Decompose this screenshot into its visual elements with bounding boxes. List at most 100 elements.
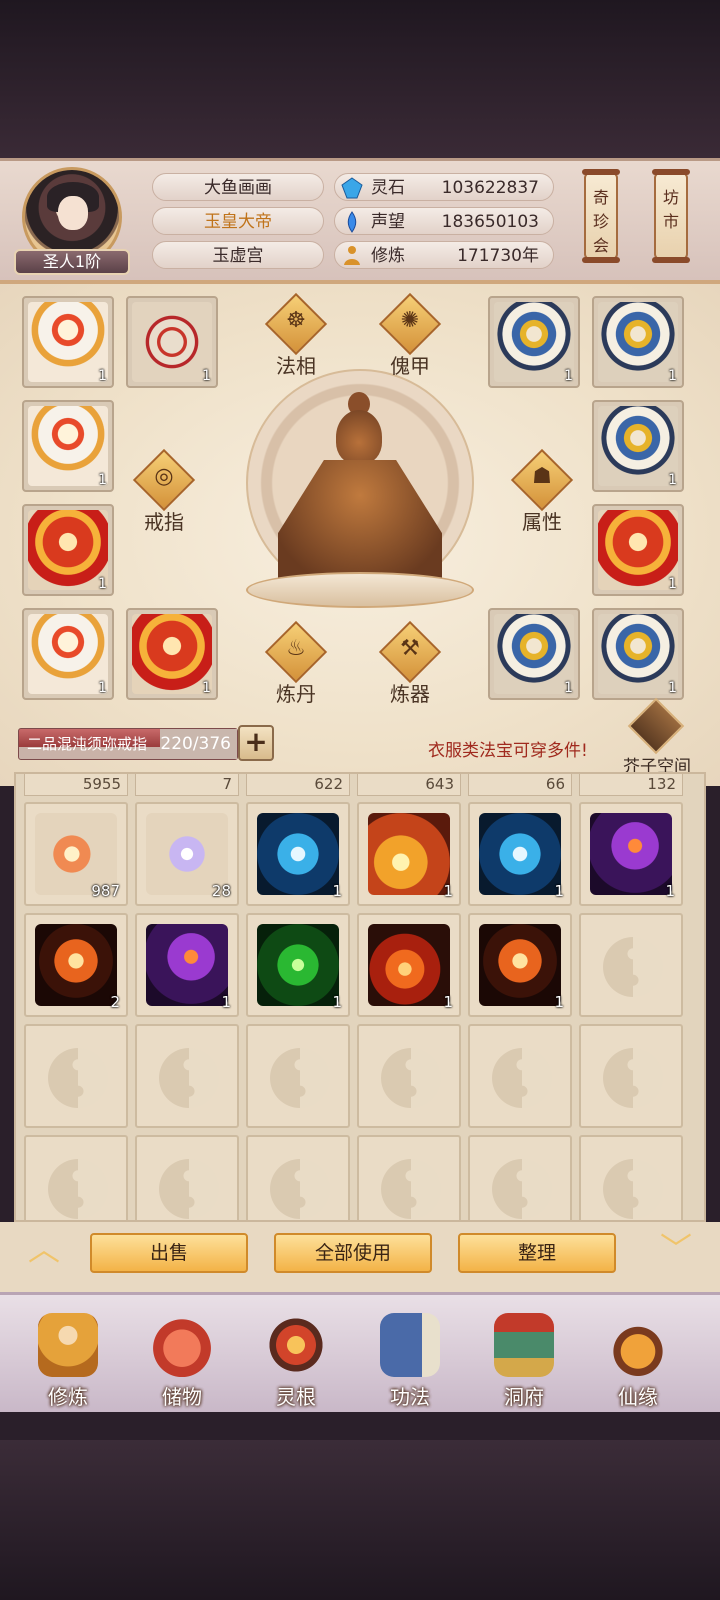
yin-yang-icon (492, 1159, 552, 1219)
scroll-down-icon[interactable]: ﹀ (654, 1233, 698, 1265)
equipment-art (494, 302, 574, 382)
empty-slot[interactable] (246, 1024, 350, 1128)
equip-slot[interactable]: 1 (22, 504, 114, 596)
item-count: 1 (443, 882, 453, 900)
nav-cultivation[interactable]: 修炼 (18, 1309, 118, 1413)
jiezhi-label: 戒指 (144, 510, 184, 534)
kuijia-button[interactable]: ✺ (378, 292, 442, 356)
scroll-up-icon[interactable]: ︿ (22, 1233, 66, 1265)
empty-slot[interactable] (135, 1024, 239, 1128)
inventory-item[interactable]: 987 (24, 802, 128, 906)
shadow-claw-icon (146, 924, 228, 1006)
item-count: 1 (332, 882, 342, 900)
empty-slot[interactable] (468, 1135, 572, 1220)
empty-slot[interactable] (357, 1135, 461, 1220)
kuijia-label: 傀甲 (390, 354, 430, 378)
nav-spirit-root[interactable]: 灵根 (246, 1309, 346, 1413)
scripture-book-icon (380, 1313, 440, 1377)
empty-slot[interactable] (579, 913, 683, 1017)
empty-slot[interactable] (579, 1024, 683, 1128)
equipment-art (132, 614, 212, 694)
item-count: 1 (564, 680, 573, 696)
resource-spirit-stone: 灵石 103622837 (334, 173, 554, 201)
inventory-item[interactable]: 1 (357, 913, 461, 1017)
sell-button[interactable]: 出售 (90, 1233, 248, 1273)
inventory-item[interactable]: 1 (135, 913, 239, 1017)
ring-name: 二品混沌须弥戒指 (27, 735, 148, 753)
inventory-item[interactable]: 1 (357, 802, 461, 906)
equip-slot[interactable]: 1 (488, 608, 580, 700)
lianqi-button[interactable]: ⚒ (378, 620, 442, 684)
player-name: 大鱼画画 (152, 173, 324, 201)
item-count: 1 (554, 882, 564, 900)
empty-slot[interactable] (357, 1024, 461, 1128)
nav-techniques[interactable]: 功法 (360, 1309, 460, 1413)
use-all-button[interactable]: 全部使用 (274, 1233, 432, 1273)
inventory-item[interactable]: 1 (579, 802, 683, 906)
equip-slot[interactable]: 1 (22, 400, 114, 492)
yin-yang-icon (381, 1159, 441, 1219)
equip-slot[interactable]: 1 (592, 400, 684, 492)
resource-label: 声望 (371, 212, 405, 232)
equip-slot[interactable]: 1 (488, 296, 580, 388)
yin-yang-icon (159, 1159, 219, 1219)
resource-label: 灵石 (371, 178, 405, 198)
resource-prestige: 声望 183650103 (334, 207, 554, 235)
pavilion-icon (494, 1313, 554, 1377)
jiezhi-button[interactable]: ◎ (132, 448, 196, 512)
equip-slot[interactable]: 1 (126, 608, 218, 700)
empty-slot[interactable] (579, 1135, 683, 1220)
empty-slot[interactable] (24, 1135, 128, 1220)
faxiang-button[interactable]: ☸ (264, 292, 328, 356)
liandan-label: 炼丹 (276, 682, 316, 706)
yin-yang-icon (48, 1048, 108, 1108)
equip-slot[interactable]: 1 (22, 608, 114, 700)
rank-badge: 圣人1阶 (14, 249, 130, 275)
chest-icon (627, 697, 685, 755)
sort-button[interactable]: 整理 (458, 1233, 616, 1273)
inventory-item[interactable]: 1 (468, 913, 572, 1017)
inventory-item[interactable]: 1 (246, 913, 350, 1017)
equip-slot[interactable]: 1 (592, 608, 684, 700)
empty-slot[interactable] (468, 1024, 572, 1128)
inventory-grid[interactable]: 5955 7 622 643 66 132 987 28 1 1 1 1 2 1… (14, 772, 706, 1222)
item-count: 1 (668, 576, 677, 592)
shuxing-button[interactable]: ☗ (510, 448, 574, 512)
nav-cave-dwelling[interactable]: 洞府 (474, 1309, 574, 1413)
pouch-icon (152, 1313, 212, 1377)
equipment-art (494, 614, 574, 694)
player-title[interactable]: 玉皇大帝 (152, 207, 324, 235)
meditation-icon: ☸ (286, 308, 306, 333)
inventory-item[interactable]: 28 (135, 802, 239, 906)
monk-icon (38, 1313, 98, 1377)
item-count: 1 (332, 993, 342, 1011)
player-sect[interactable]: 玉虚宫 (152, 241, 324, 269)
yin-yang-icon (48, 1159, 108, 1219)
meditation-icon (344, 246, 360, 265)
item-count: 1 (443, 993, 453, 1011)
inventory-item[interactable]: 2 (24, 913, 128, 1017)
nav-storage[interactable]: 储物 (132, 1309, 232, 1413)
lianqi-label: 炼器 (390, 682, 430, 706)
equip-slot[interactable]: 1 (126, 296, 218, 388)
treasure-fair-button[interactable]: 奇珍会 (582, 169, 620, 263)
empty-slot[interactable] (24, 1024, 128, 1128)
empty-slot[interactable] (246, 1135, 350, 1220)
market-button[interactable]: 坊市 (652, 169, 690, 263)
empty-slot[interactable] (135, 1135, 239, 1220)
equip-slot[interactable]: 1 (22, 296, 114, 388)
nav-label: 功法 (390, 1385, 430, 1409)
equip-slot[interactable]: 1 (592, 296, 684, 388)
inventory-item[interactable]: 1 (468, 802, 572, 906)
equipment-panel: 1 1 1 1 1 1 1 1 1 1 1 1 ☸ 法相 ✺ 傀甲 ◎ 戒指 ☗… (0, 280, 720, 786)
equipment-art (28, 406, 108, 486)
liandan-button[interactable]: ♨ (264, 620, 328, 684)
shadow-claw-icon (590, 813, 672, 895)
equipment-art (598, 614, 678, 694)
item-count: 28 (211, 882, 231, 900)
attribute-icon: ☗ (532, 464, 552, 489)
expand-bag-button[interactable]: + (238, 725, 274, 761)
inventory-item[interactable]: 1 (246, 802, 350, 906)
equip-slot[interactable]: 1 (592, 504, 684, 596)
nav-fortune[interactable]: 仙缘 (588, 1309, 688, 1413)
